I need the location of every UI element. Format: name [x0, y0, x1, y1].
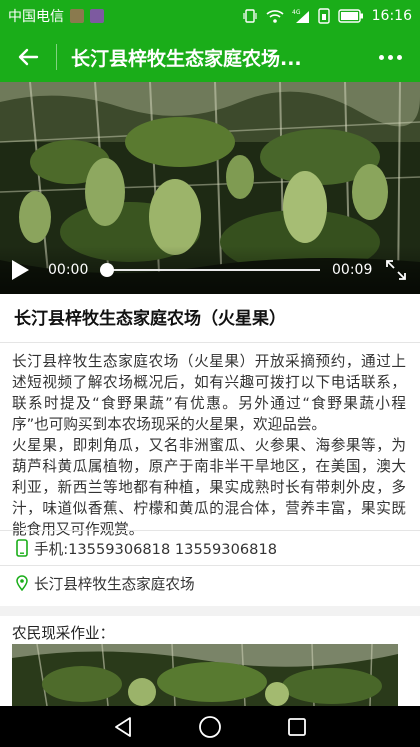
sim-icon	[317, 8, 330, 24]
video-controls: 00:00 00:09	[0, 246, 420, 294]
video-player[interactable]: 00:00 00:09	[0, 82, 420, 294]
phone-icon	[14, 539, 30, 557]
app-notification-icon	[70, 9, 84, 23]
article: 长汀县梓牧生态家庭农场（火星果） 长汀县梓牧生态家庭农场（火星果）开放采摘预约，…	[0, 294, 420, 540]
location-row[interactable]: 长汀县梓牧生态家庭农场	[0, 566, 420, 600]
video-seek-bar[interactable]	[100, 263, 320, 277]
system-nav-bar	[0, 706, 420, 747]
more-dots-icon	[378, 54, 384, 60]
article-body: 长汀县梓牧生态家庭农场（火星果）开放采摘预约，通过上述短视频了解农场概况后，如有…	[0, 343, 420, 540]
location-text: 长汀县梓牧生态家庭农场	[34, 575, 195, 593]
contact-info: 手机:13559306818 13559306818 长汀县梓牧生态家庭农场	[0, 530, 420, 600]
signal-icon: 4G	[292, 8, 310, 24]
article-title: 长汀县梓牧生态家庭农场（火星果）	[14, 309, 286, 329]
phone-text: 手机:13559306818 13559306818	[34, 540, 278, 558]
more-button[interactable]	[360, 32, 420, 82]
clock: 16:16	[371, 8, 412, 24]
harvest-image[interactable]	[12, 644, 398, 706]
video-current-time: 00:00	[48, 262, 89, 278]
carrier-name: 中国电信	[8, 9, 64, 25]
fullscreen-icon	[386, 260, 406, 280]
network-label: 4G	[292, 9, 301, 16]
nav-back-button[interactable]	[109, 713, 137, 741]
more-dots-icon	[387, 54, 393, 60]
back-button[interactable]	[0, 32, 56, 82]
status-bar: 中国电信 4G 16:16	[0, 0, 420, 32]
app-bar: 长汀县梓牧生态家庭农场...	[0, 32, 420, 82]
section-label: 农民现采作业：	[12, 625, 115, 642]
carrier-group: 中国电信	[8, 6, 104, 26]
recents-square-icon	[287, 717, 306, 736]
wifi-icon	[266, 8, 284, 24]
article-paragraph: 火星果，即刺角瓜，又名非洲蜜瓜、火参果、海参果等，为葫芦科黄瓜属植物，原产于南非…	[12, 437, 406, 538]
home-circle-icon	[199, 715, 221, 738]
harvest-image-content	[12, 644, 398, 706]
gallery-notification-icon	[90, 9, 104, 23]
page-title: 长汀县梓牧生态家庭农场...	[71, 47, 302, 70]
status-right: 4G 16:16	[242, 8, 412, 24]
battery-icon	[337, 9, 364, 23]
nav-home-button[interactable]	[196, 713, 224, 741]
section-gap	[0, 606, 420, 616]
back-triangle-icon	[115, 716, 132, 737]
nav-recents-button[interactable]	[283, 713, 311, 741]
article-paragraph: 长汀县梓牧生态家庭农场（火星果）开放采摘预约，通过上述短视频了解农场概况后，如有…	[12, 353, 406, 433]
location-pin-icon	[14, 575, 30, 591]
phone-row[interactable]: 手机:13559306818 13559306818	[0, 531, 420, 565]
play-icon	[12, 260, 29, 280]
fullscreen-button[interactable]	[382, 256, 410, 284]
arrow-left-icon	[18, 48, 39, 66]
more-dots-icon	[396, 54, 402, 60]
vibrate-icon	[242, 8, 258, 24]
video-seek-knob[interactable]	[100, 263, 114, 277]
video-duration: 00:09	[332, 262, 373, 278]
play-button[interactable]	[10, 258, 34, 282]
